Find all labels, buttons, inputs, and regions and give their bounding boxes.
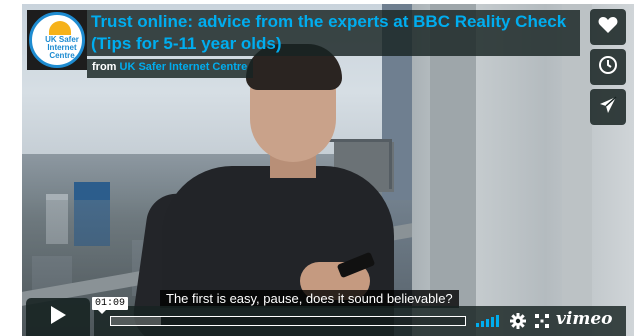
gear-icon[interactable] <box>510 313 526 334</box>
video-title[interactable]: Trust online: advice from the experts at… <box>91 11 574 55</box>
fullscreen-icon[interactable] <box>535 314 549 333</box>
clock-icon <box>598 55 618 80</box>
play-icon <box>49 305 67 330</box>
byline: from UK Safer Internet Centre <box>87 59 254 78</box>
vimeo-logo[interactable]: vimeo <box>556 309 612 329</box>
heart-icon <box>598 16 618 39</box>
time-display: 01:09 <box>92 297 129 314</box>
channel-logo[interactable]: UK Safer Internet Centre <box>27 10 87 70</box>
volume-bars-icon[interactable] <box>476 313 500 327</box>
byline-prefix: from <box>92 61 117 73</box>
like-button[interactable] <box>590 9 626 45</box>
watch-later-button[interactable] <box>590 49 626 85</box>
share-button[interactable] <box>590 89 626 125</box>
owner-link[interactable]: UK Safer Internet Centre <box>120 61 248 73</box>
video-title-bar: Trust online: advice from the experts at… <box>87 10 580 56</box>
progress-bar[interactable] <box>110 316 466 326</box>
paper-plane-icon <box>598 95 618 120</box>
play-button[interactable] <box>26 298 90 336</box>
